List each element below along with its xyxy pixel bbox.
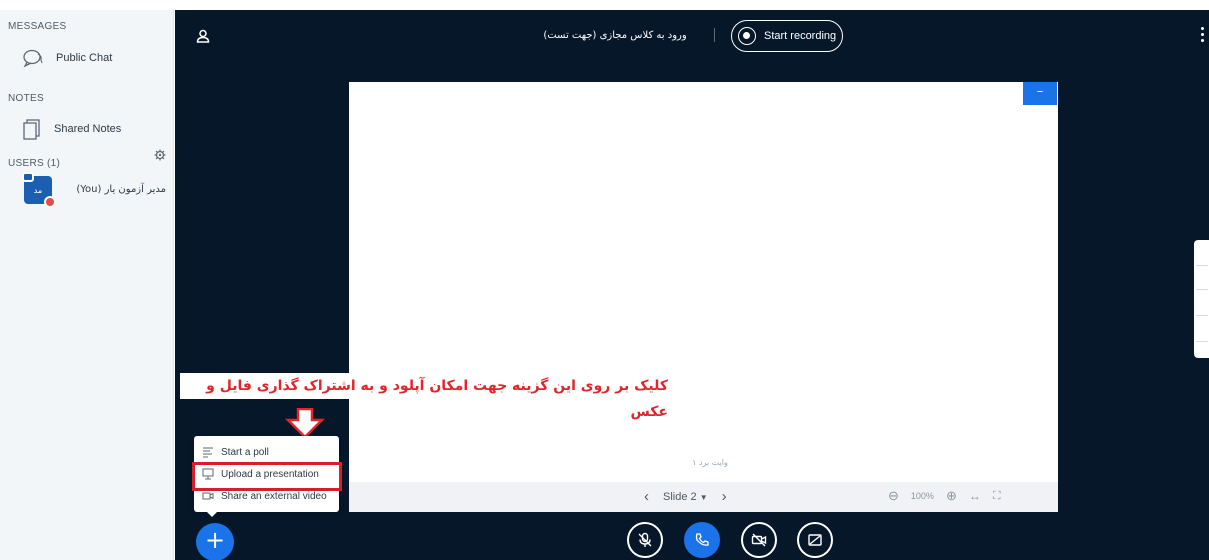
start-recording-button[interactable]: Start recording (731, 20, 843, 52)
annotation-highlight-box (192, 462, 342, 491)
multi-user-icon[interactable] (1196, 320, 1208, 342)
start-recording-label: Start recording (764, 30, 837, 42)
undo-icon[interactable] (1196, 268, 1208, 290)
share-video-menu-item[interactable]: Share an external video (202, 490, 327, 502)
fit-width-icon[interactable]: ↔ (969, 489, 981, 503)
record-icon (738, 27, 756, 45)
zoom-level: 100% (910, 491, 934, 501)
start-poll-label: Start a poll (221, 446, 269, 458)
previous-slide-icon[interactable]: ‹ (644, 488, 649, 505)
annotation-instruction: کلیک بر روی این گزینه جهت امکان آپلود و … (180, 373, 680, 420)
minimize-presentation-button[interactable]: – (1023, 82, 1057, 105)
poll-icon (203, 447, 213, 458)
fullscreen-icon[interactable]: ⛶ (993, 490, 1001, 503)
chevron-down-icon: ▼ (699, 492, 708, 502)
bigbluebutton-window: MESSAGES Public Chat NOTES Shared Notes … (0, 0, 1209, 560)
share-webcam-button[interactable] (741, 522, 777, 558)
zoom-controls: ⊖ 100% ⊕ ↔ ⛶ (888, 488, 1001, 504)
slide-label: Slide 2 (663, 490, 697, 503)
slide-navigation: ‹ Slide 2 ▼ › (644, 488, 727, 505)
public-chat-item[interactable]: Public Chat (22, 48, 112, 68)
start-poll-menu-item[interactable]: Start a poll (202, 446, 269, 458)
slide-caption: وایت برد ۱ (692, 458, 728, 467)
zoom-in-icon[interactable]: ⊕ (946, 488, 957, 504)
header-divider (714, 28, 715, 42)
chat-icon (23, 49, 43, 68)
messages-section-title: MESSAGES (8, 21, 67, 32)
webcam-off-icon (751, 533, 767, 547)
notes-icon (23, 119, 40, 140)
actions-plus-button[interactable]: + (196, 523, 234, 560)
hand-tool-icon[interactable] (1196, 244, 1208, 266)
slide-select[interactable]: Slide 2 ▼ (663, 491, 708, 503)
gear-icon[interactable] (154, 146, 166, 165)
public-chat-label: Public Chat (56, 52, 113, 64)
shared-notes-item[interactable]: Shared Notes (22, 118, 121, 140)
presenter-badge-icon (22, 172, 34, 182)
top-strip (0, 0, 1209, 10)
muted-mic-icon (44, 196, 56, 208)
leave-audio-button[interactable] (684, 522, 720, 558)
user-name: مدیر آزمون یار (You) (76, 184, 166, 195)
presentation-slide (349, 82, 1058, 482)
annotation-arrow-icon (285, 408, 325, 438)
whiteboard-toolbar (1194, 240, 1209, 358)
more-options-icon[interactable] (1201, 27, 1205, 45)
trash-icon[interactable] (1196, 294, 1208, 316)
next-slide-icon[interactable]: › (722, 488, 727, 505)
zoom-out-icon[interactable]: ⊖ (888, 488, 899, 504)
video-icon (202, 492, 214, 500)
screen-share-off-icon (808, 534, 822, 546)
notes-section-title: NOTES (8, 93, 44, 104)
share-video-label: Share an external video (221, 490, 327, 502)
muted-mic-icon (638, 532, 652, 547)
users-section-title: USERS (1) (8, 158, 61, 169)
mute-button[interactable] (627, 522, 663, 558)
phone-icon (695, 533, 709, 546)
user-list-item[interactable]: مد مدیر آزمون یار (You) (8, 172, 168, 216)
meeting-title: ورود به کلاس مجازی (جهت تست) (543, 30, 687, 41)
menu-caret (205, 510, 219, 517)
user-icon[interactable] (196, 28, 210, 47)
shared-notes-label: Shared Notes (54, 123, 122, 135)
share-screen-button[interactable] (797, 522, 833, 558)
